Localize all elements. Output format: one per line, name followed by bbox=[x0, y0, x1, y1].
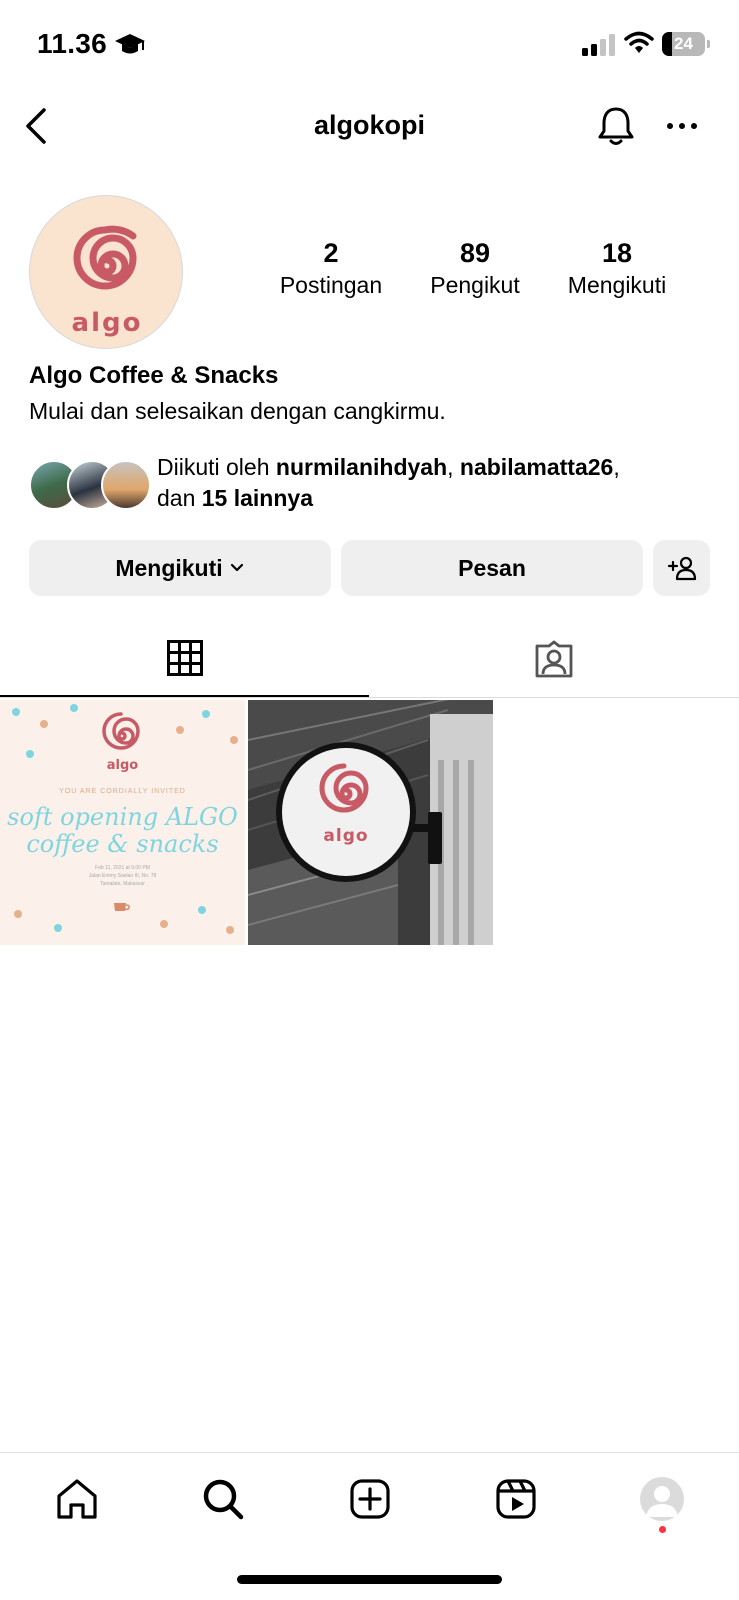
nav-create[interactable] bbox=[346, 1475, 394, 1523]
post-invite-text: YOU ARE CORDIALLY INVITED bbox=[59, 788, 186, 795]
tab-posts-grid[interactable] bbox=[0, 620, 369, 697]
stat-followers[interactable]: 89 Pengikut bbox=[415, 236, 535, 300]
more-options-button[interactable] bbox=[662, 108, 702, 144]
follower-username: nurmilanihdyah bbox=[275, 454, 448, 480]
status-time: 11.36 bbox=[37, 28, 108, 59]
posts-label: Postingan bbox=[279, 272, 383, 298]
add-person-icon bbox=[667, 556, 696, 581]
post-details: Feb 11, 2021 at 9.00 PM Jalan Emmy Saela… bbox=[88, 865, 157, 887]
stat-posts[interactable]: 2 Postingan bbox=[271, 236, 391, 300]
followed-by[interactable]: Diikuti oleh nurmilanihdyah, nabilamatta… bbox=[29, 452, 719, 514]
bell-icon bbox=[598, 107, 634, 145]
chevron-down-icon bbox=[230, 563, 243, 572]
graduation-cap-icon bbox=[114, 30, 146, 60]
following-count: 18 bbox=[601, 238, 633, 268]
notification-dot bbox=[659, 1526, 666, 1533]
message-button-label: Pesan bbox=[458, 554, 526, 581]
display-name: Algo Coffee & Snacks bbox=[29, 362, 279, 389]
stat-following[interactable]: 18 Mengikuti bbox=[554, 236, 680, 300]
search-icon bbox=[203, 1479, 244, 1520]
grid-icon bbox=[166, 639, 203, 676]
posts-count: 2 bbox=[323, 238, 339, 268]
home-icon bbox=[57, 1479, 97, 1519]
battery-icon: 24 bbox=[662, 32, 710, 56]
tab-tagged[interactable] bbox=[369, 620, 738, 698]
followers-count: 89 bbox=[459, 238, 491, 268]
notifications-button[interactable] bbox=[594, 104, 638, 148]
sign-brand-text: algo bbox=[323, 826, 369, 846]
more-icon bbox=[667, 123, 697, 129]
wifi-icon bbox=[624, 31, 654, 55]
battery-level: 24 bbox=[674, 34, 693, 53]
nav-home[interactable] bbox=[53, 1475, 101, 1523]
post-thumbnail[interactable]: algo YOU ARE CORDIALLY INVITED soft open… bbox=[0, 700, 245, 945]
following-label: Mengikuti bbox=[567, 272, 667, 298]
following-button[interactable]: Mengikuti bbox=[29, 540, 331, 596]
spiral-logo-icon bbox=[319, 763, 369, 813]
create-icon bbox=[350, 1479, 390, 1519]
bio: Mulai dan selesaikan dengan cangkirmu. bbox=[29, 398, 446, 424]
home-indicator[interactable] bbox=[237, 1575, 502, 1584]
avatar-brand-text: algo bbox=[71, 308, 143, 338]
store-sign: algo bbox=[276, 742, 416, 882]
post-thumbnail[interactable]: algo bbox=[248, 700, 493, 945]
post-title: soft opening ALGO coffee & snacks bbox=[7, 803, 238, 858]
spiral-logo-icon bbox=[102, 712, 140, 750]
post-brand-text: algo bbox=[106, 758, 139, 773]
status-bar: 11.36 24 bbox=[0, 0, 739, 88]
follower-username: nabilamatta26 bbox=[459, 454, 614, 480]
followers-label: Pengikut bbox=[430, 272, 520, 298]
profile-header: algokopi bbox=[0, 96, 739, 156]
followers-others: 15 lainnya bbox=[201, 485, 313, 511]
suggest-people-button[interactable] bbox=[653, 540, 710, 596]
signal-icon bbox=[582, 34, 618, 56]
followed-by-text: Diikuti oleh nurmilanihdyah, nabilamatta… bbox=[157, 454, 620, 511]
reels-icon bbox=[496, 1479, 536, 1519]
following-button-label: Mengikuti bbox=[115, 554, 223, 581]
profile-icon bbox=[640, 1477, 684, 1521]
tagged-icon bbox=[535, 640, 572, 678]
coffee-cup-icon bbox=[114, 903, 130, 911]
nav-search[interactable] bbox=[199, 1475, 247, 1523]
follower-avatar bbox=[101, 460, 151, 510]
nav-profile[interactable] bbox=[638, 1475, 686, 1523]
profile-stats: 2 Postingan 89 Pengikut 18 Mengikuti bbox=[0, 236, 739, 306]
content-tabs bbox=[0, 620, 739, 698]
message-button[interactable]: Pesan bbox=[341, 540, 643, 596]
nav-reels[interactable] bbox=[492, 1475, 540, 1523]
bottom-navigation bbox=[0, 1452, 739, 1552]
